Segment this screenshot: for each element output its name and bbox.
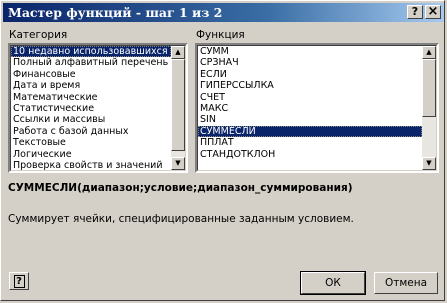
scroll-thumb[interactable]: [171, 59, 185, 151]
category-listbox[interactable]: 10 недавно использовавшихся Полный алфави…: [8, 43, 188, 173]
title-bar[interactable]: Мастер функций - шаг 1 из 2 ? ×: [3, 3, 444, 22]
category-list-item[interactable]: Полный алфавитный перечень: [11, 57, 171, 68]
function-list-item[interactable]: SIN: [198, 114, 422, 125]
category-label: Категория: [9, 29, 68, 41]
function-list-item[interactable]: СТАНДОТКЛОН: [198, 149, 422, 160]
function-signature: СУММЕСЛИ(диапазон;условие;диапазон_сумми…: [8, 182, 353, 194]
category-list-item[interactable]: Ссылки и массивы: [11, 114, 171, 125]
function-list-item[interactable]: СЧЁТ: [198, 92, 422, 103]
window-title: Мастер функций - шаг 1 из 2: [8, 5, 223, 20]
scroll-thumb[interactable]: [422, 59, 436, 117]
function-list-item[interactable]: ППЛАТ: [198, 137, 422, 148]
scroll-down-icon[interactable]: ▼: [171, 157, 185, 170]
category-list-item[interactable]: Работа с базой данных: [11, 126, 171, 137]
cancel-button[interactable]: Отмена: [374, 272, 438, 294]
scroll-up-icon[interactable]: ▲: [171, 46, 185, 59]
category-list-item[interactable]: Математические: [11, 92, 171, 103]
category-list-item[interactable]: Статистические: [11, 103, 171, 114]
category-list-item[interactable]: Логические: [11, 149, 171, 160]
close-button[interactable]: ×: [425, 5, 441, 19]
function-label: Функция: [196, 29, 245, 41]
scroll-up-icon[interactable]: ▲: [422, 46, 436, 59]
help-icon: ?: [13, 275, 25, 288]
function-list-item[interactable]: МАКС: [198, 103, 422, 114]
category-list-item[interactable]: Текстовые: [11, 137, 171, 148]
category-list-item[interactable]: Проверка свойств и значений: [11, 160, 171, 170]
function-description: Суммирует ячейки, специфицированные зада…: [8, 213, 354, 225]
ok-button[interactable]: ОК: [300, 271, 366, 295]
function-list-item[interactable]: СРЗНАЧ: [198, 57, 422, 68]
category-list-item[interactable]: Финансовые: [11, 69, 171, 80]
function-list-item[interactable]: ЕСЛИ: [198, 69, 422, 80]
category-list-item[interactable]: 10 недавно использовавшихся: [11, 46, 171, 58]
function-list-item[interactable]: СУММ: [198, 46, 422, 57]
function-list-item[interactable]: СУММЕСЛИ: [198, 125, 422, 138]
help-button[interactable]: ?: [9, 272, 29, 290]
function-scrollbar[interactable]: ▲ ▼: [422, 46, 436, 170]
help-title-button[interactable]: ?: [407, 5, 423, 19]
category-scrollbar[interactable]: ▲ ▼: [171, 46, 185, 170]
function-list-item[interactable]: ГИПЕРССЫЛКА: [198, 80, 422, 91]
scroll-down-icon[interactable]: ▼: [422, 157, 436, 170]
category-list-item[interactable]: Дата и время: [11, 80, 171, 91]
function-listbox[interactable]: СУММ СРЗНАЧ ЕСЛИ ГИПЕРССЫЛКА СЧЁТ МАКС SIN СУММ…: [195, 43, 439, 173]
function-wizard-dialog: Мастер функций - шаг 1 из 2 ? × Категори…: [0, 0, 445, 301]
